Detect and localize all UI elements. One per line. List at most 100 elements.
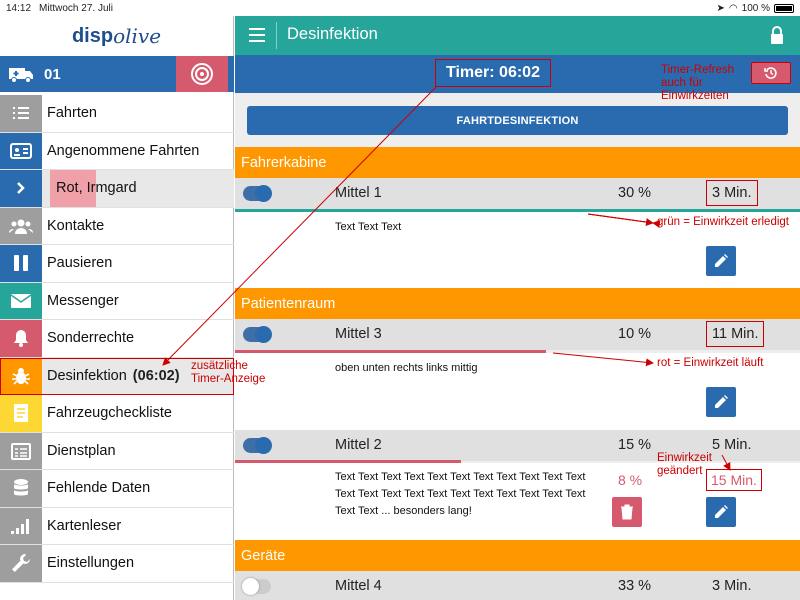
timer-refresh-button[interactable] — [751, 62, 791, 84]
wifi-icon: ◠ — [728, 2, 738, 14]
row-detail: Text Text Text Text Text Text Text Text … — [235, 463, 800, 540]
app-logo: disp olive — [71, 24, 162, 48]
battery-icon — [774, 3, 794, 13]
chevron-right-icon — [0, 170, 42, 207]
disinfectant-row[interactable]: Mittel 3 10 % 11 Min. — [235, 319, 800, 350]
id-card-icon — [0, 132, 42, 169]
main-content: FAHRTDESINFEKTION Fahrerkabine Mittel 1 … — [235, 93, 800, 600]
people-icon — [0, 207, 42, 244]
annotation-green: grün = Einwirkzeit erledigt — [657, 216, 789, 228]
status-date: Mittwoch 27. Juli — [39, 2, 113, 14]
schedule-icon — [0, 432, 42, 469]
sidebar-item-pausieren[interactable]: Pausieren — [0, 245, 234, 283]
toggle-switch[interactable] — [243, 185, 272, 202]
sidebar-item-kontakte[interactable]: Kontakte — [0, 207, 234, 245]
agent-name: Mittel 4 — [335, 578, 382, 594]
annotation-sidebar-timer: zusätzliche Timer-Anzeige — [191, 360, 266, 385]
list-icon — [0, 95, 42, 132]
pause-icon — [0, 245, 42, 282]
toggle-switch[interactable] — [243, 326, 272, 343]
section-header: Patientenraum — [235, 288, 800, 319]
vehicle-bar[interactable]: 01 — [0, 56, 234, 92]
app-header: Desinfektion — [235, 16, 800, 55]
database-icon — [0, 470, 42, 507]
agent-percent: 30 % — [618, 185, 652, 201]
agent-minutes: 3 Min. — [706, 180, 758, 206]
sidebar-item-label: Desinfektion — [47, 367, 127, 384]
sidebar-item-sonderrechte[interactable]: Sonderrechte — [0, 320, 234, 358]
sidebar-item-label: Dienstplan — [47, 442, 116, 459]
status-bar: 14:12 Mittwoch 27. Juli ➤ ◠ 100 % — [0, 0, 800, 16]
section-header: Geräte — [235, 540, 800, 571]
annotation-timer-refresh: Timer-Refresh auch für Einwirkzeiten — [661, 64, 735, 102]
disinfectant-row[interactable]: Mittel 4 33 % 3 Min. — [235, 571, 800, 600]
radio-button[interactable] — [176, 56, 228, 92]
agent-name: Mittel 2 — [335, 437, 382, 453]
agent-notes: Text Text Text Text Text Text Text Text … — [335, 471, 586, 517]
sidebar: disp olive 01 Fahrten Angenommene Fahrten R… — [0, 16, 234, 600]
timer-display: Timer: 06:02 — [435, 59, 551, 87]
sidebar-timer: (06:02) — [132, 367, 180, 384]
sidebar-item-label: Fahrzeugcheckliste — [47, 405, 172, 422]
changed-percent: 8 % — [618, 472, 643, 488]
agent-minutes: 3 Min. — [712, 578, 752, 594]
sidebar-item-fahrzeugcheckliste[interactable]: Fahrzeugcheckliste — [0, 395, 234, 433]
edit-button[interactable] — [706, 387, 736, 417]
sidebar-item-angenommene-fahrten[interactable]: Angenommene Fahrten — [0, 132, 234, 170]
sidebar-item-label: Kontakte — [47, 217, 105, 234]
delete-button[interactable] — [612, 497, 642, 527]
bug-icon — [0, 357, 42, 394]
edit-button[interactable] — [706, 497, 736, 527]
agent-notes: oben unten rechts links mittig — [335, 362, 478, 374]
agent-minutes: 5 Min. — [712, 437, 752, 453]
mail-icon — [0, 282, 42, 319]
history-icon — [764, 67, 777, 79]
pencil-icon — [715, 254, 728, 267]
sidebar-item-messenger[interactable]: Messenger — [0, 282, 234, 320]
agent-notes: Text Text Text — [335, 221, 402, 233]
location-icon: ➤ — [716, 2, 725, 14]
agent-name: Mittel 3 — [335, 326, 382, 342]
annotation-red: rot = Einwirkzeit läuft — [657, 357, 764, 369]
checklist-icon — [0, 395, 42, 432]
sidebar-menu: Fahrten Angenommene Fahrten Rot, Irmgard Ko… — [0, 95, 234, 583]
agent-name: Mittel 1 — [335, 185, 382, 201]
pencil-icon — [715, 505, 728, 518]
disinfectant-row[interactable]: Mittel 2 15 % 5 Min. — [235, 430, 800, 461]
vehicle-number: 01 — [44, 66, 61, 83]
battery-label: 100 % — [741, 2, 770, 14]
page-title: Desinfektion — [287, 25, 378, 43]
sidebar-item-label: Sonderrechte — [47, 330, 135, 347]
radio-signal-icon — [191, 63, 213, 85]
sidebar-item-label: Fahrten — [47, 105, 97, 122]
sidebar-item-dienstplan[interactable]: Dienstplan — [0, 432, 234, 470]
sidebar-item-label: Fehlende Daten — [47, 480, 151, 497]
edit-button[interactable] — [706, 246, 736, 276]
sidebar-item-label: Angenommene Fahrten — [47, 142, 200, 159]
trash-icon — [621, 504, 633, 520]
disinfectant-row[interactable]: Mittel 1 30 % 3 Min. — [235, 178, 800, 209]
sidebar-item-einstellungen[interactable]: Einstellungen — [0, 545, 234, 583]
signal-icon — [0, 507, 42, 544]
sidebar-item-rot-irmgard[interactable]: Rot, Irmgard — [0, 170, 234, 208]
status-time: 14:12 — [6, 2, 32, 14]
agent-percent: 10 % — [618, 326, 652, 342]
sidebar-item-fahrten[interactable]: Fahrten — [0, 95, 234, 133]
fahrtdesinfektion-button[interactable]: FAHRTDESINFEKTION — [247, 106, 788, 135]
sidebar-item-fehlende-daten[interactable]: Fehlende Daten — [0, 470, 234, 508]
toggle-switch[interactable] — [242, 578, 271, 595]
sidebar-item-label: Kartenleser — [47, 517, 122, 534]
sidebar-item-label: Rot, Irmgard — [56, 180, 137, 197]
sidebar-item-label: Einstellungen — [47, 555, 135, 572]
lock-icon[interactable] — [770, 26, 784, 44]
annotation-changed: Einwirkzeit geändert — [657, 452, 712, 477]
sidebar-item-kartenleser[interactable]: Kartenleser — [0, 507, 234, 545]
section-header: Fahrerkabine — [235, 147, 800, 178]
sidebar-item-label: Messenger — [47, 292, 119, 309]
pencil-icon — [715, 395, 728, 408]
toggle-switch[interactable] — [243, 437, 272, 454]
hamburger-menu-icon[interactable] — [249, 28, 265, 42]
bell-icon — [0, 320, 42, 357]
changed-minutes: 15 Min. — [706, 469, 762, 491]
agent-minutes: 11 Min. — [706, 321, 765, 347]
